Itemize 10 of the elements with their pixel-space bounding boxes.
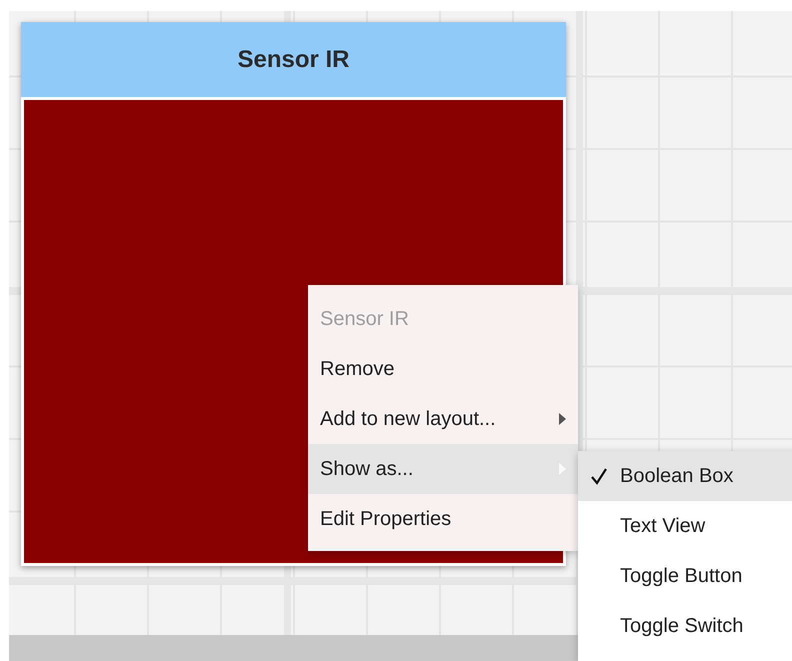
- submenu-item[interactable]: Boolean Box: [578, 451, 792, 501]
- menu-item[interactable]: Remove: [308, 344, 578, 394]
- menu-item[interactable]: Edit Properties: [308, 494, 578, 544]
- menu-title: Sensor IR: [319, 306, 410, 332]
- submenu-item[interactable]: Text View: [578, 501, 792, 551]
- submenu-item[interactable]: Toggle Switch: [578, 601, 792, 651]
- widget-title: Sensor IR: [21, 22, 566, 97]
- menu-item[interactable]: Add to new layout...: [308, 394, 578, 444]
- submenu-item[interactable]: Toggle Button: [578, 551, 792, 601]
- menu-item[interactable]: Show as...: [308, 444, 578, 494]
